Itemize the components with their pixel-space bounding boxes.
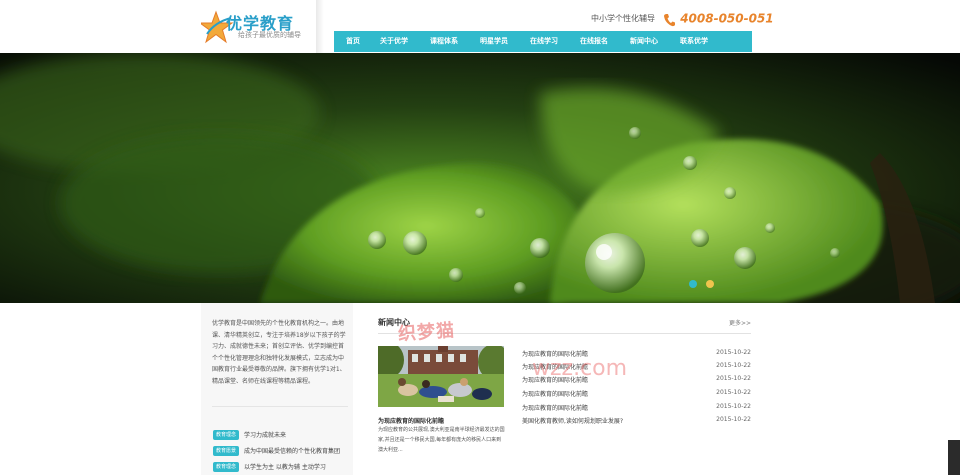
intro-divider	[212, 406, 348, 407]
leaf-dewdrop-image	[0, 53, 960, 303]
tag-text: 以学生为主 以教为辅 主动学习	[244, 464, 326, 471]
news-featured-photo[interactable]	[378, 346, 504, 407]
intro-tag-row: 教育理念 学习力成就未来	[213, 424, 286, 440]
hotline-number[interactable]: 4008-050-051	[680, 12, 773, 26]
tag-text: 成为中国最受信赖的个性化教育集团	[244, 448, 341, 455]
tag-text: 学习力成就未来	[244, 432, 287, 439]
scrollbar-corner	[948, 440, 960, 475]
logo-subtitle: 给孩子最优质的辅导	[238, 31, 301, 39]
nav-online-registration[interactable]: 在线报名	[580, 31, 608, 52]
news-list-item[interactable]: 为现应教育的国际化前瞻 2015-10-22	[522, 403, 751, 413]
news-item-date: 2015-10-22	[716, 362, 751, 369]
nav-courses[interactable]: 课程体系	[430, 31, 458, 52]
nav-news-center[interactable]: 新闻中心	[630, 31, 658, 52]
news-item-title[interactable]: 美国化教育教师,读如何规划职业发展?	[522, 416, 623, 425]
header-divider	[316, 0, 324, 53]
slider-dot-1[interactable]	[689, 280, 697, 288]
news-list-item[interactable]: 美国化教育教师,读如何规划职业发展? 2015-10-22	[522, 416, 751, 426]
news-featured-summary: 为现应教育的公共展现,澳大利亚是南半球经济最发达的国家,并且还是一个移民大国,每…	[378, 427, 505, 453]
phone-icon	[663, 12, 676, 26]
tag-badge: 教育愿景	[213, 445, 240, 456]
news-item-date: 2015-10-22	[716, 349, 751, 356]
news-item-date: 2015-10-22	[716, 375, 751, 382]
site-header: 优学教育 给孩子最优质的辅导 中小学个性化辅导 4008-050-051 首页 …	[0, 0, 960, 53]
tag-badge: 教育理念	[213, 461, 240, 472]
nav-star-students[interactable]: 明星学员	[480, 31, 508, 52]
nav-online-learning[interactable]: 在线学习	[530, 31, 558, 52]
tag-badge: 教育理念	[213, 429, 240, 440]
nav-home[interactable]: 首页	[346, 31, 360, 52]
nav-about[interactable]: 关于优学	[380, 31, 408, 52]
news-item-date: 2015-10-22	[716, 403, 751, 410]
news-item-date: 2015-10-22	[716, 416, 751, 423]
students-campus-image	[378, 346, 504, 407]
main-nav: 首页 关于优学 课程体系 明星学员 在线学习 在线报名 新闻中心 联系优学	[334, 31, 752, 52]
intro-text: 优学教育是中国领先的个性化教育机构之一。由地课、清华精英创立，专注于培养18岁以…	[212, 320, 346, 385]
watermark-logo: 织梦猫	[397, 320, 456, 345]
hero-banner	[0, 53, 960, 303]
nav-contact[interactable]: 联系优学	[680, 31, 708, 52]
hotline-label: 中小学个性化辅导	[591, 14, 655, 23]
news-item-title[interactable]: 为现应教育的国际化前瞻	[522, 389, 588, 398]
news-item-date: 2015-10-22	[716, 389, 751, 396]
news-item-title[interactable]: 为现应教育的国际化前瞻	[522, 403, 588, 412]
watermark-url: wzz.com	[532, 356, 628, 381]
slider-dot-2[interactable]	[706, 280, 714, 288]
intro-tag-row: 教育愿景 成为中国最受信赖的个性化教育集团	[213, 440, 340, 456]
news-more-link[interactable]: 更多>>	[729, 318, 751, 327]
news-list-item[interactable]: 为现应教育的国际化前瞻 2015-10-22	[522, 389, 751, 399]
hotline: 中小学个性化辅导 4008-050-051	[591, 8, 774, 26]
news-featured-caption[interactable]: 为现应教育的国际化前瞻	[378, 416, 444, 425]
intro-tag-row: 教育理念 以学生为主 以教为辅 主动学习	[213, 456, 326, 472]
